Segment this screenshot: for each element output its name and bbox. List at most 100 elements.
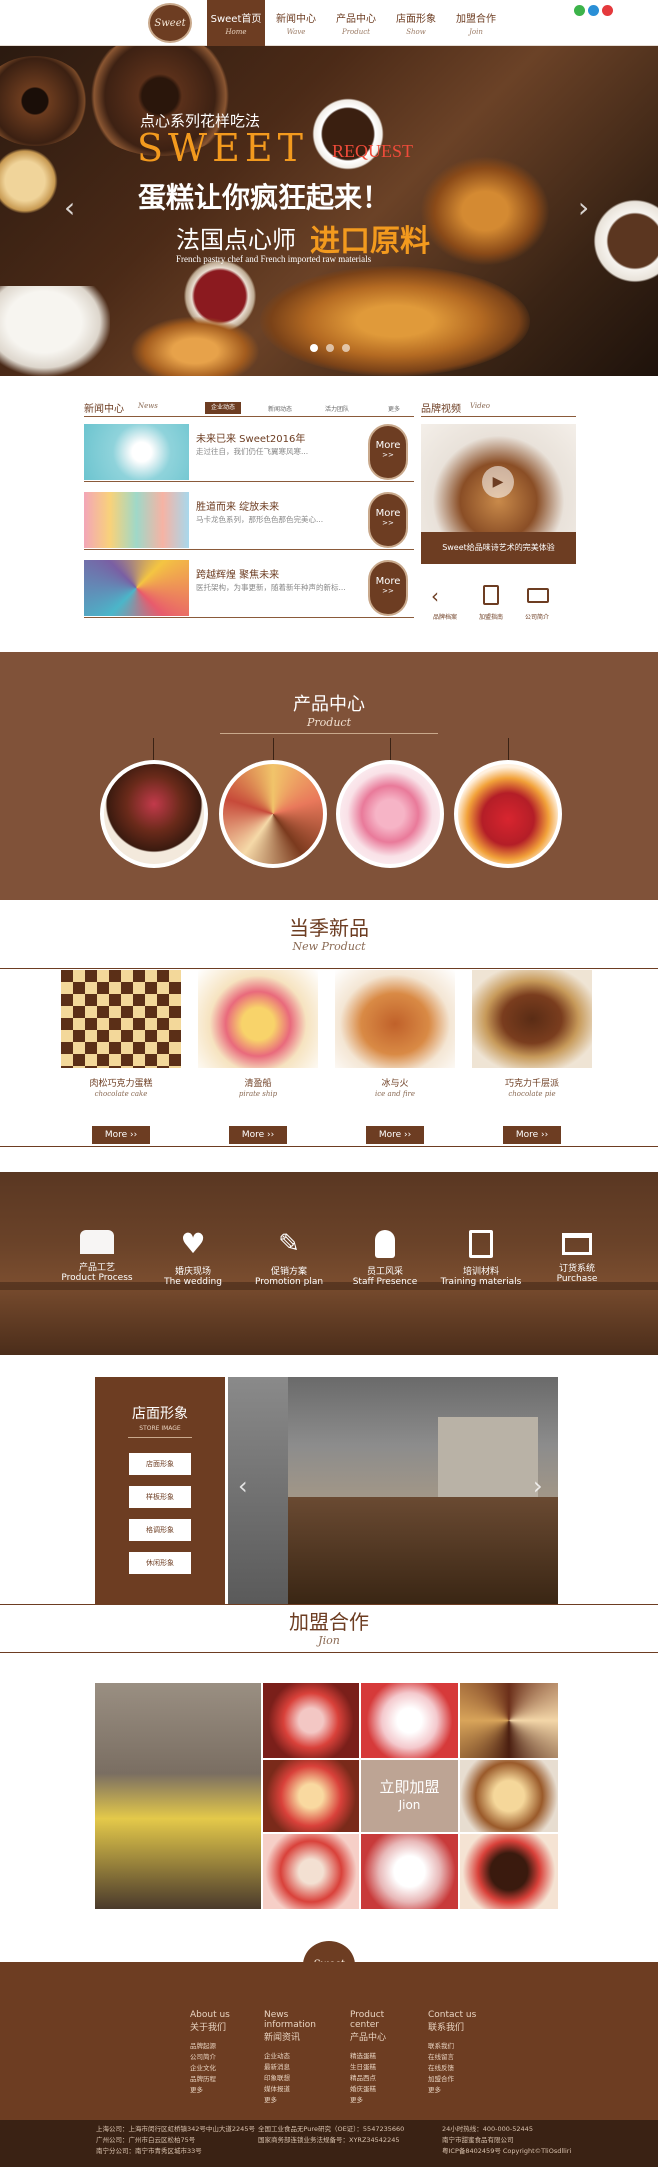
video-link-label[interactable]: 公司简介 xyxy=(525,612,549,621)
product-circle[interactable] xyxy=(219,760,327,868)
nav-join[interactable]: 加盟合作 Join xyxy=(447,0,505,46)
product-name[interactable]: 清盈船 xyxy=(198,1076,318,1089)
news-item[interactable]: 胜道而来 绽放未来 马卡龙色系列，那形色色那色完美心... More >> xyxy=(84,492,414,550)
footer-column: Product center 产品中心 精选蛋糕 生日蛋糕 精品西点 婚庆蛋糕 … xyxy=(350,2010,410,2106)
qq-icon[interactable] xyxy=(588,5,599,16)
product-circle[interactable] xyxy=(100,760,208,868)
product-name[interactable]: 巧克力千层派 xyxy=(472,1076,592,1089)
footer-link[interactable]: 精选蛋糕 xyxy=(350,2051,410,2062)
book-icon[interactable] xyxy=(483,585,499,605)
news-item-title[interactable]: 胜道而来 绽放未来 xyxy=(196,498,279,513)
footer-link[interactable]: 企业动态 xyxy=(264,2051,324,2062)
news-tab[interactable]: 活力团队 xyxy=(325,404,349,413)
news-tab-more[interactable]: 更多 xyxy=(388,404,400,413)
footer-column-title-en: Contact us xyxy=(428,2010,477,2020)
carousel-dot[interactable] xyxy=(342,344,350,352)
join-cta-en[interactable]: Jion xyxy=(361,1798,458,1812)
divider xyxy=(0,968,658,969)
divider xyxy=(84,416,414,417)
wechat-icon[interactable] xyxy=(574,5,585,16)
footer-link[interactable]: 企业文化 xyxy=(190,2063,250,2074)
join-cta-title[interactable]: 立即加盟 xyxy=(361,1776,458,1797)
news-more-button[interactable]: More >> xyxy=(368,560,408,616)
nav-product[interactable]: 产品中心 Product xyxy=(327,0,385,46)
product-more-button[interactable]: More ›› xyxy=(229,1126,287,1144)
footer-link[interactable]: 精品西点 xyxy=(350,2073,410,2084)
footer-link[interactable]: 加盟合作 xyxy=(428,2074,488,2085)
address-line: 上海公司：上海市闵行区虹桥镇342号中山大道2245号 xyxy=(96,2125,255,2133)
news-item-title[interactable]: 未来已来 Sweet2016年 xyxy=(196,430,305,445)
footer-link[interactable]: 在线留言 xyxy=(428,2052,488,2063)
product-image[interactable] xyxy=(61,970,181,1068)
news-item-title[interactable]: 跨越辉煌 聚焦未来 xyxy=(196,566,279,581)
hanging-cord xyxy=(153,738,154,760)
carousel-dot[interactable] xyxy=(310,344,318,352)
heart-icon: ♥ xyxy=(180,1227,206,1260)
footer-link[interactable]: 品牌起源 xyxy=(190,2041,250,2052)
service-item[interactable]: ♥ 婚庆现场 The wedding xyxy=(143,1227,243,1288)
footer-link[interactable]: 品牌历程 xyxy=(190,2074,250,2085)
product-more-button[interactable]: More ›› xyxy=(503,1126,561,1144)
news-thumbnail xyxy=(84,492,189,548)
product-name[interactable]: 冰与火 xyxy=(335,1076,455,1089)
footer-link[interactable]: 联系我们 xyxy=(428,2041,488,2052)
nav-news[interactable]: 新闻中心 Wave xyxy=(267,0,325,46)
video-player[interactable]: ▶ Sweet给品味诗艺术的完美体验 xyxy=(421,424,576,564)
product-name[interactable]: 肉松巧克力蛋糕 xyxy=(61,1076,181,1089)
news-more-button[interactable]: More >> xyxy=(368,492,408,548)
nav-store[interactable]: 店面形象 Show xyxy=(387,0,445,46)
nav-home[interactable]: Sweet首页 Home xyxy=(207,0,265,46)
service-item[interactable]: 订货系统 Purchase xyxy=(527,1230,627,1284)
weibo-icon[interactable] xyxy=(602,5,613,16)
video-link-label[interactable]: 加盟指南 xyxy=(479,612,503,621)
news-item[interactable]: 跨越辉煌 聚焦未来 医托架构，为事更新，随着新年种声的新标... More >> xyxy=(84,560,414,618)
store-next-arrow-icon[interactable]: › xyxy=(533,1472,543,1500)
footer-link[interactable]: 在线反馈 xyxy=(428,2063,488,2074)
news-item[interactable]: 未来已来 Sweet2016年 走过往自，我们仍任飞翼寒风寒... More >> xyxy=(84,424,414,482)
carousel-next-arrow-icon[interactable]: › xyxy=(578,191,589,224)
join-cta-tile[interactable]: 立即加盟 Jion xyxy=(361,1760,458,1832)
carousel-prev-arrow-icon[interactable]: ‹ xyxy=(64,191,75,224)
card-icon[interactable] xyxy=(527,588,549,603)
divider xyxy=(84,549,414,550)
store-prev-arrow-icon[interactable]: ‹ xyxy=(238,1472,248,1500)
news-title-en: News xyxy=(138,402,158,410)
logo[interactable]: Sweet xyxy=(148,3,192,43)
store-button[interactable]: 样板形象 xyxy=(129,1486,191,1508)
product-more-button[interactable]: More ›› xyxy=(366,1126,424,1144)
footer: About us 关于我们 品牌起源 公司简介 企业文化 品牌历程 更多 New… xyxy=(0,1962,658,2120)
store-button[interactable]: 休闲形象 xyxy=(129,1552,191,1574)
product-circle[interactable] xyxy=(454,760,562,868)
news-more-button[interactable]: More >> xyxy=(368,424,408,480)
play-icon[interactable]: ▶ xyxy=(482,466,514,498)
footer-link[interactable]: 更多 xyxy=(264,2095,324,2106)
product-image[interactable] xyxy=(335,970,455,1068)
seasonal-title-en: New Product xyxy=(292,940,366,953)
news-tab[interactable]: 新闻动态 xyxy=(268,404,292,413)
footer-link[interactable]: 更多 xyxy=(350,2095,410,2106)
footer-link[interactable]: 媒体报道 xyxy=(264,2084,324,2095)
video-link-label[interactable]: 品牌档案 xyxy=(433,612,457,621)
service-item[interactable]: ✎ 促销方案 Promotion plan xyxy=(239,1230,339,1287)
store-button[interactable]: 格调形象 xyxy=(129,1519,191,1541)
product-circle[interactable] xyxy=(336,760,444,868)
arrow-left-icon[interactable]: ‹ xyxy=(431,584,439,608)
footer-link[interactable]: 最新消息 xyxy=(264,2062,324,2073)
news-tab-active[interactable]: 企业动态 xyxy=(205,402,241,414)
divider xyxy=(84,481,414,482)
service-item[interactable]: 员工风采 Staff Presence xyxy=(335,1230,435,1287)
service-item[interactable]: 产品工艺 Product Process xyxy=(47,1230,147,1283)
footer-link[interactable]: 公司简介 xyxy=(190,2052,250,2063)
footer-link[interactable]: 生日蛋糕 xyxy=(350,2062,410,2073)
service-item[interactable]: 培训材料 Training materials xyxy=(431,1230,531,1287)
footer-link[interactable]: 印象联想 xyxy=(264,2073,324,2084)
footer-link[interactable]: 更多 xyxy=(428,2085,488,2096)
store-photo: ‹ › xyxy=(228,1377,558,1604)
store-button[interactable]: 店面形象 xyxy=(129,1453,191,1475)
product-more-button[interactable]: More ›› xyxy=(92,1126,150,1144)
footer-link[interactable]: 更多 xyxy=(190,2085,250,2096)
carousel-dot[interactable] xyxy=(326,344,334,352)
product-image[interactable] xyxy=(472,970,592,1068)
product-image[interactable] xyxy=(198,970,318,1068)
footer-link[interactable]: 婚庆蛋糕 xyxy=(350,2084,410,2095)
